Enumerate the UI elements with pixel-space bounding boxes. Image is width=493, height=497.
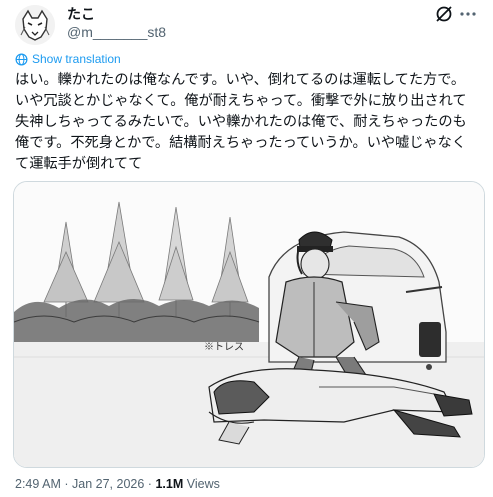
avatar[interactable] [15,5,55,45]
show-translation-label: Show translation [32,52,121,66]
views-count[interactable]: 1.1M [155,477,183,491]
globe-icon [15,53,28,65]
tweet-media-image[interactable]: ※トレス [13,181,485,468]
meta-separator: · [64,477,69,491]
more-dots-icon[interactable] [458,4,478,24]
tweet-header: たこ @m_______st8 [15,0,478,48]
manga-illustration: ※トレス [14,182,484,467]
wolf-avatar-icon [15,5,55,45]
display-name[interactable]: たこ [67,5,166,23]
tweet-text: はい。轢かれたのは俺なんです。いや、倒れてるのは運転してた方で。いや冗談とかじゃ… [15,72,467,172]
user-info: たこ @m_______st8 [67,5,166,41]
show-translation-link[interactable]: Show translation [15,52,121,66]
tweet-time[interactable]: 2:49 AM [15,477,61,491]
tweet-container: たこ @m_______st8 Show translation はい。轢かれた… [0,0,493,497]
meta-separator: · [147,477,152,491]
user-handle[interactable]: @m_______st8 [67,23,166,41]
grok-icon[interactable] [434,4,454,24]
tweet-date[interactable]: Jan 27, 2026 [72,477,144,491]
signature-mark: ※トレス [204,342,244,353]
views-label: Views [186,477,220,491]
tweet-meta: 2:49 AM · Jan 27, 2026 · 1.1M Views [15,477,220,491]
